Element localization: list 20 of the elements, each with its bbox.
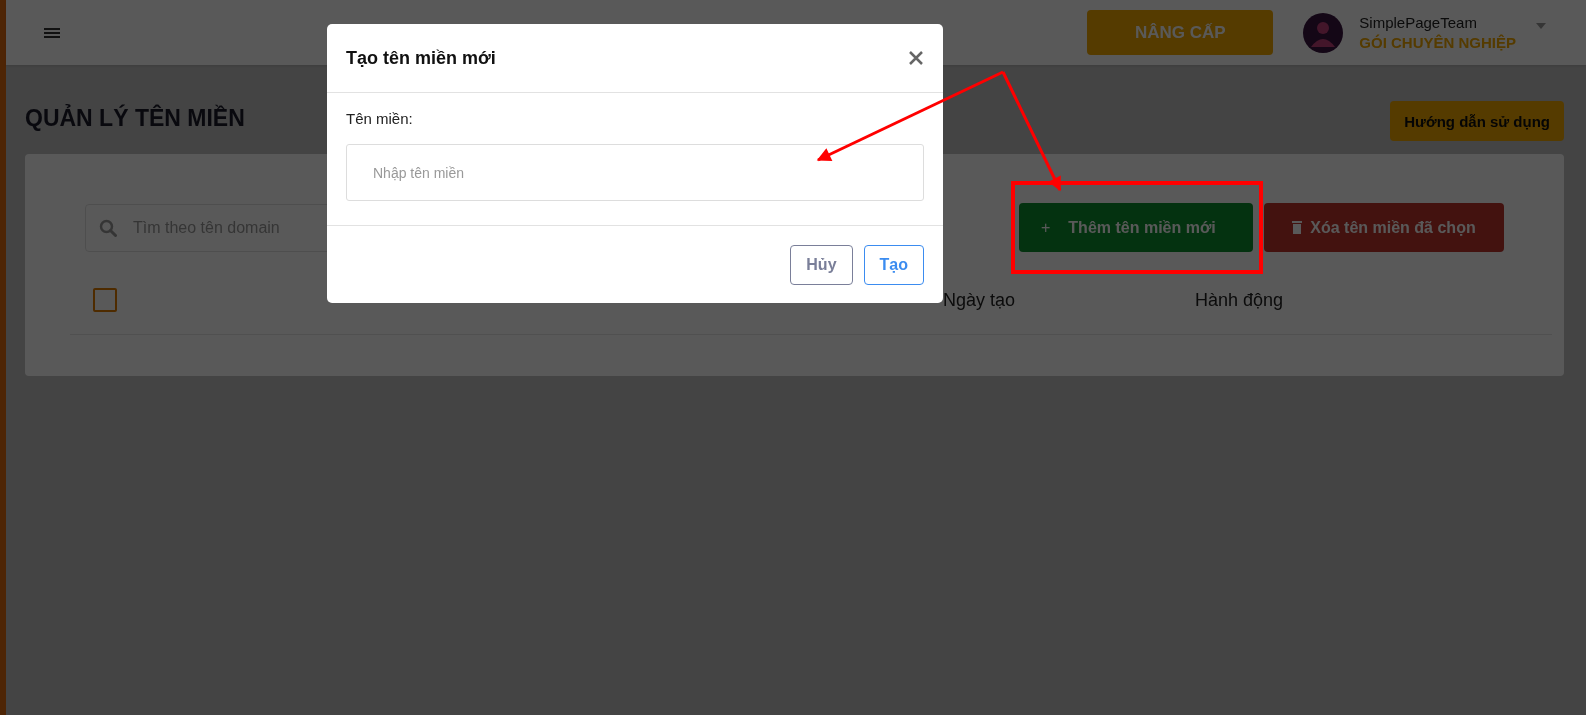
guide-button[interactable]: Hướng dẫn sử dụng bbox=[1390, 101, 1564, 141]
create-button[interactable]: Tạo bbox=[863, 244, 924, 285]
caret-icon[interactable] bbox=[1536, 22, 1546, 29]
avatar-icon[interactable] bbox=[1303, 12, 1344, 53]
upgrade-button[interactable]: NÂNG CẤP bbox=[1087, 10, 1274, 55]
page-title: QUẢN LÝ TÊN MIỀN bbox=[25, 105, 245, 132]
user-name: SimplePageTeam bbox=[1359, 12, 1478, 33]
cancel-button[interactable]: Hủy bbox=[790, 244, 853, 285]
column-header: Hành động bbox=[1195, 289, 1285, 311]
menu-icon[interactable] bbox=[44, 26, 60, 39]
dialog-title: Tạo tên miền mới bbox=[346, 47, 496, 69]
domain-input-field[interactable]: Nhập tên miền bbox=[346, 144, 924, 201]
column-header: Ngày tạo bbox=[943, 289, 1017, 311]
field-label: Tên miền: bbox=[346, 110, 414, 127]
trash-icon bbox=[1292, 221, 1303, 234]
plan-label: GÓI CHUYÊN NGHIỆP bbox=[1359, 32, 1516, 53]
delete-selected-button[interactable]: Xóa tên miền đã chọn bbox=[1264, 203, 1504, 252]
close-icon[interactable] bbox=[908, 50, 924, 66]
add-domain-button[interactable]: + Thêm tên miền mới bbox=[1019, 203, 1253, 252]
select-all-checkbox[interactable] bbox=[93, 288, 117, 312]
